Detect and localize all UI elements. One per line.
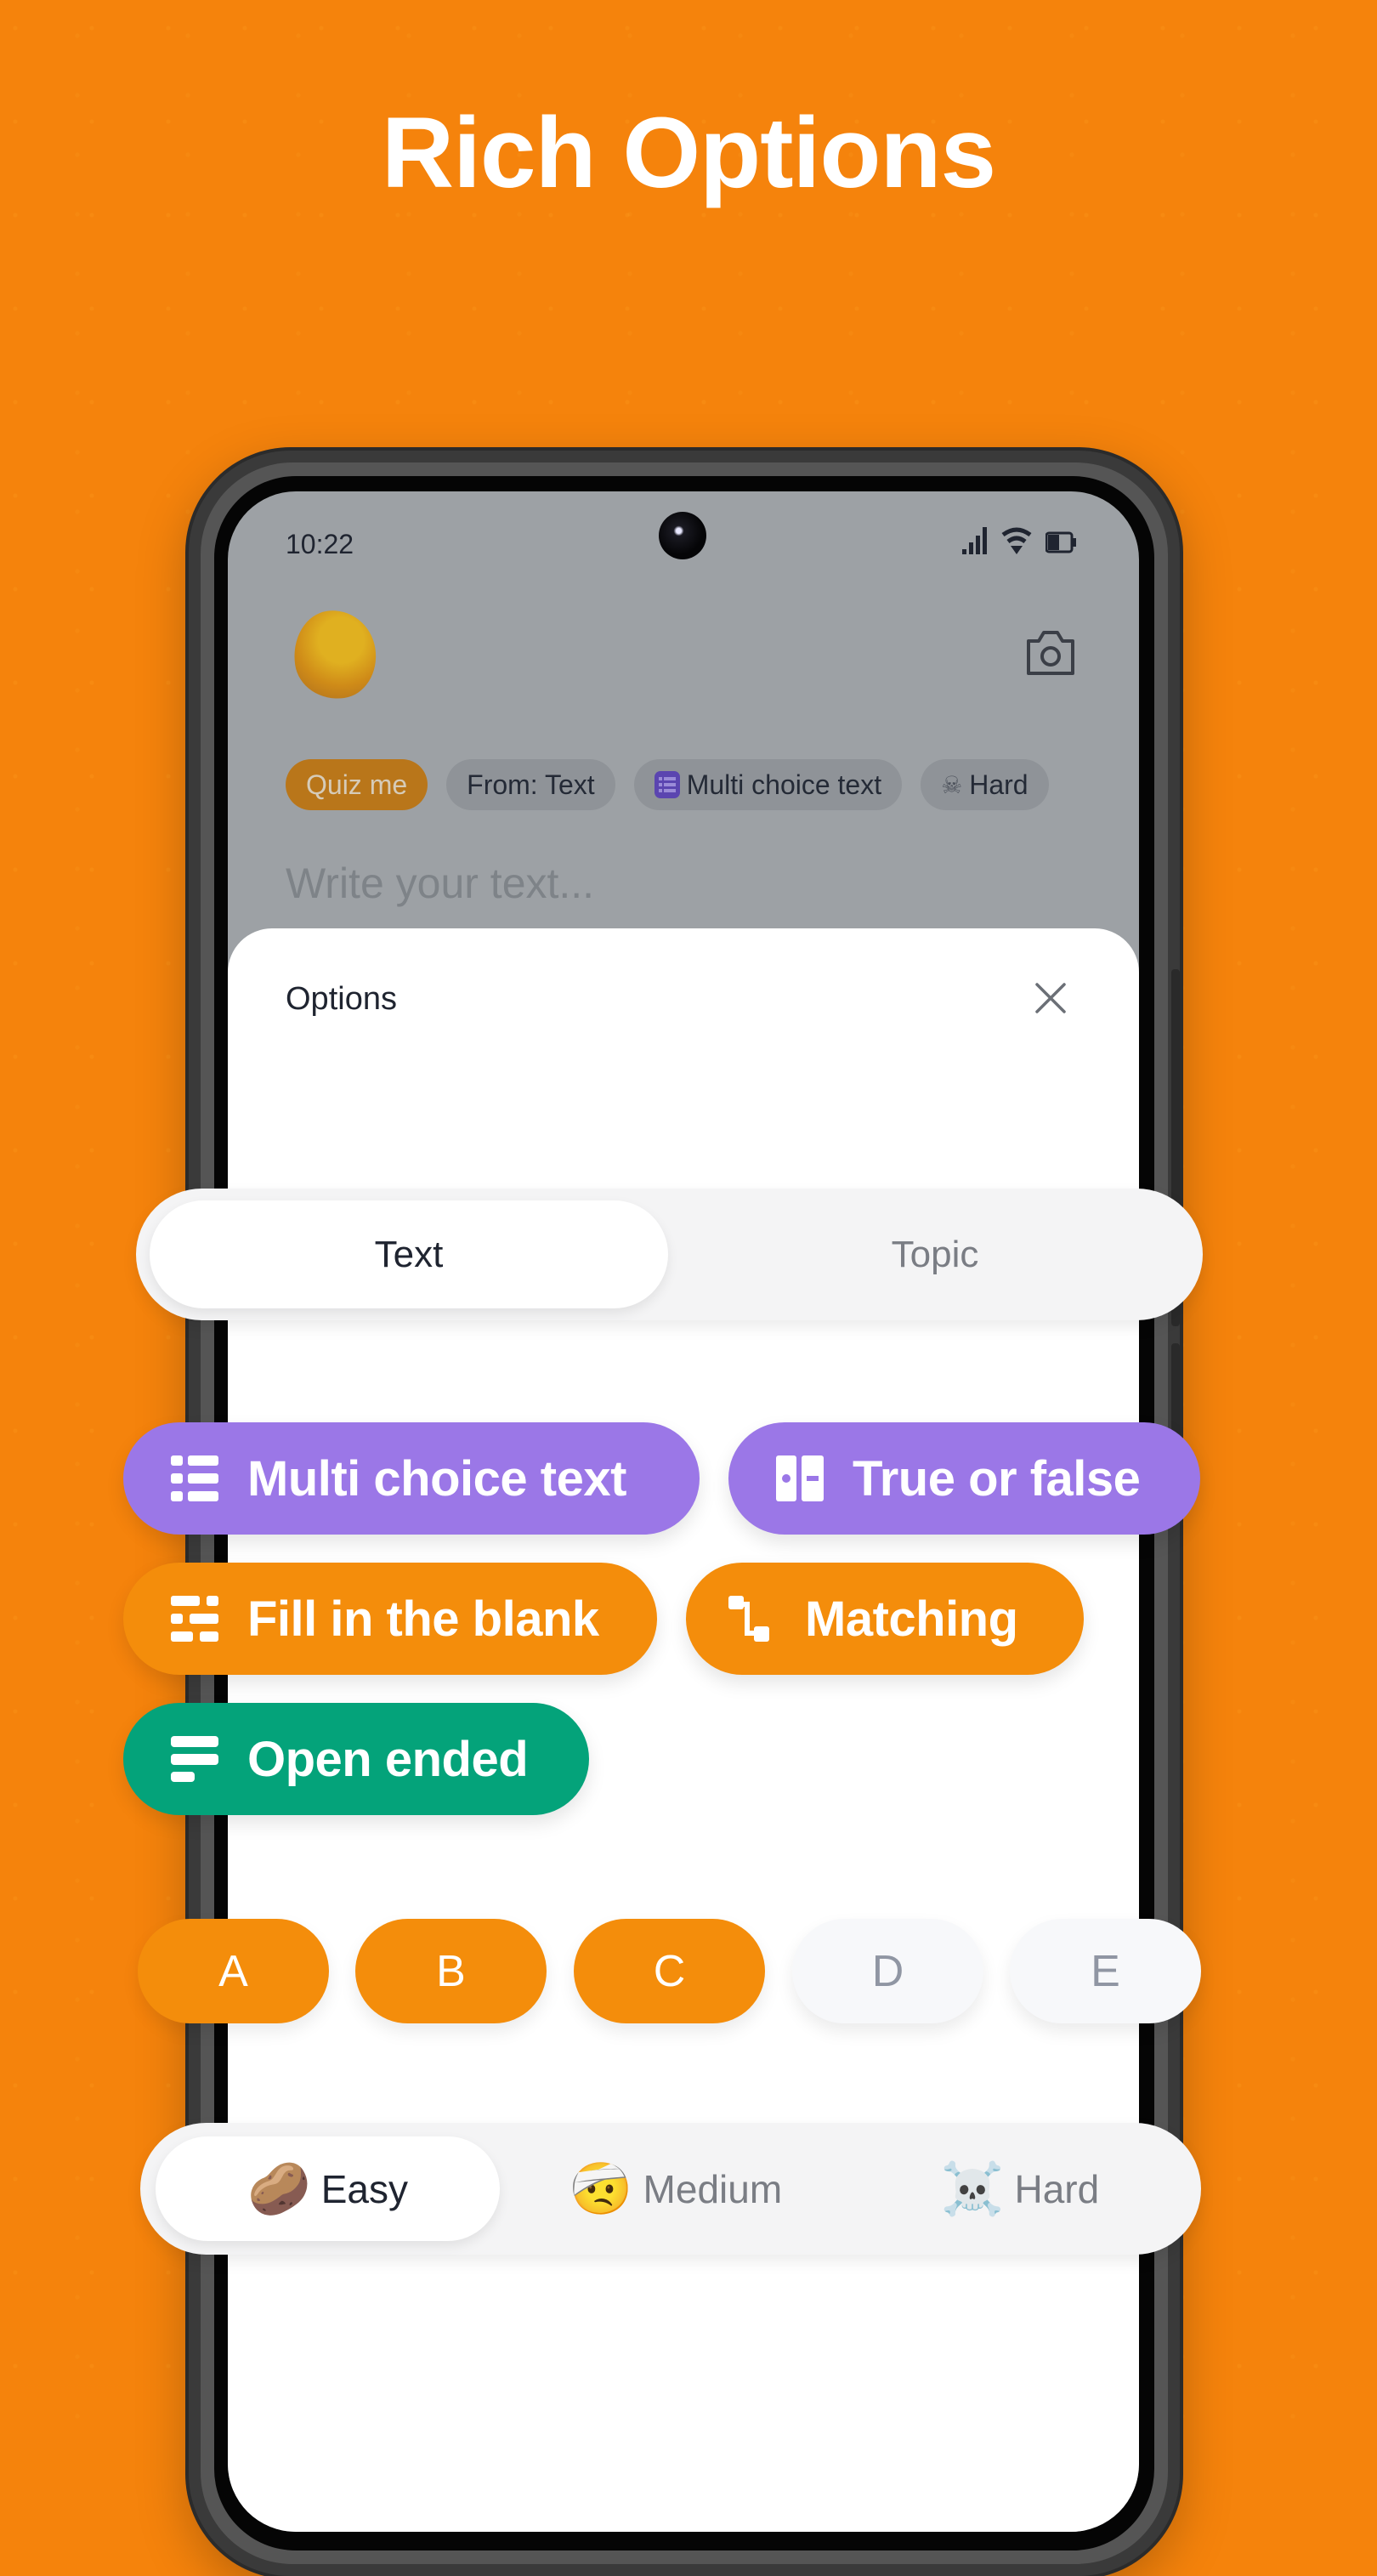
chip-label: Quiz me bbox=[306, 769, 408, 800]
signal-icon bbox=[962, 527, 987, 554]
choice-b[interactable]: B bbox=[355, 1919, 547, 2023]
choice-e[interactable]: E bbox=[1010, 1919, 1201, 2023]
potato-icon: 🥔 bbox=[247, 2160, 311, 2217]
front-camera bbox=[659, 512, 706, 559]
blanks-icon bbox=[171, 1596, 218, 1642]
type-open-ended[interactable]: Open ended bbox=[123, 1703, 589, 1815]
skull-crossbones-icon: ☠️ bbox=[940, 2160, 1005, 2217]
lines-icon bbox=[171, 1736, 218, 1782]
list-icon bbox=[654, 771, 680, 798]
bandaged-face-icon: 🤕 bbox=[569, 2160, 633, 2217]
difficulty-medium[interactable]: 🤕 Medium bbox=[514, 2136, 837, 2241]
tab-text[interactable]: Text bbox=[150, 1200, 668, 1308]
type-label: Matching bbox=[805, 1591, 1018, 1647]
settings-chips: Quiz me From: Text Multi choice text ☠ H… bbox=[286, 759, 1049, 810]
connector-icon bbox=[728, 1596, 769, 1642]
chip-label: Hard bbox=[969, 769, 1028, 800]
difficulty-label: Hard bbox=[1014, 2166, 1100, 2211]
difficulty-easy[interactable]: 🥔 Easy bbox=[156, 2136, 500, 2241]
question-type-chip[interactable]: Multi choice text bbox=[633, 759, 903, 810]
choice-a[interactable]: A bbox=[138, 1919, 329, 2023]
text-input[interactable]: Write your text... bbox=[286, 859, 594, 908]
difficulty-toggle: 🥔 Easy 🤕 Medium ☠️ Hard bbox=[140, 2123, 1201, 2255]
type-fill-in-the-blank[interactable]: Fill in the blank bbox=[123, 1563, 657, 1675]
tab-topic[interactable]: Topic bbox=[680, 1200, 1190, 1308]
wifi-icon bbox=[1001, 527, 1032, 554]
close-icon[interactable] bbox=[1030, 978, 1071, 1018]
sheet-title: Options bbox=[286, 981, 397, 1017]
type-matching[interactable]: Matching bbox=[686, 1563, 1084, 1675]
chip-label: Multi choice text bbox=[686, 769, 882, 800]
type-multi-choice-text[interactable]: Multi choice text bbox=[123, 1422, 700, 1535]
choice-d[interactable]: D bbox=[792, 1919, 983, 2023]
chip-label: From: Text bbox=[467, 769, 595, 800]
choice-c[interactable]: C bbox=[574, 1919, 765, 2023]
list-icon bbox=[171, 1455, 218, 1501]
toggle-icon bbox=[776, 1455, 824, 1501]
source-chip[interactable]: From: Text bbox=[446, 759, 615, 810]
type-true-or-false[interactable]: True or false bbox=[728, 1422, 1200, 1535]
type-label: Multi choice text bbox=[247, 1450, 626, 1506]
page-headline: Rich Options bbox=[381, 97, 996, 209]
difficulty-label: Easy bbox=[320, 2166, 408, 2211]
skull-crossbones-icon: ☠ bbox=[941, 771, 963, 798]
status-icons bbox=[962, 527, 1076, 554]
difficulty-hard[interactable]: ☠️ Hard bbox=[854, 2136, 1186, 2241]
type-label: Open ended bbox=[247, 1731, 529, 1787]
difficulty-label: Medium bbox=[643, 2166, 783, 2211]
difficulty-chip[interactable]: ☠ Hard bbox=[921, 759, 1049, 810]
type-label: True or false bbox=[853, 1450, 1141, 1506]
type-label: Fill in the blank bbox=[247, 1591, 599, 1647]
status-time: 10:22 bbox=[286, 529, 354, 559]
source-toggle: Text Topic bbox=[136, 1189, 1203, 1320]
avatar[interactable] bbox=[288, 604, 382, 705]
quiz-me-button[interactable]: Quiz me bbox=[286, 759, 428, 810]
camera-icon[interactable] bbox=[1023, 627, 1078, 678]
battery-icon bbox=[1046, 531, 1076, 553]
